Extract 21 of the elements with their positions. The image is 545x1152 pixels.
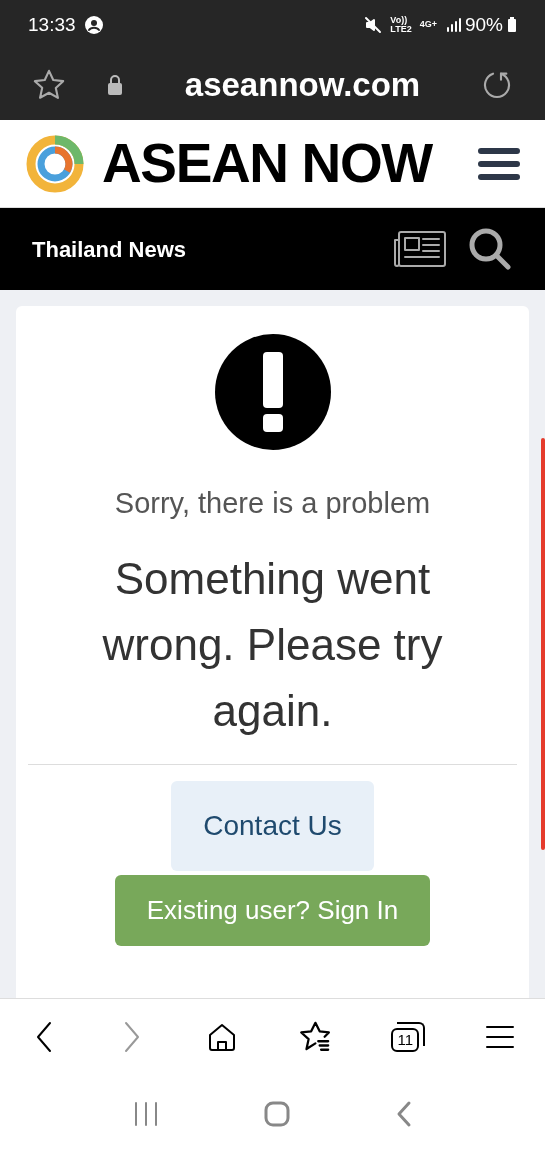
menu-icon[interactable] [485, 1024, 516, 1050]
contact-button[interactable]: Contact Us [171, 780, 374, 871]
mute-icon [364, 16, 383, 34]
star-icon[interactable] [32, 68, 66, 102]
exclamation-icon [214, 334, 331, 450]
volte-label: Vo)) [390, 16, 408, 25]
status-time: 13:33 [28, 12, 76, 37]
battery-percent: 90% [464, 12, 503, 37]
battery-icon [507, 17, 517, 33]
lock-icon [106, 74, 124, 96]
network-label: 4G+ [419, 18, 437, 32]
error-subtitle: Sorry, there is a problem [114, 486, 431, 521]
lte-label: LTE2 [390, 25, 412, 34]
bookmarks-icon[interactable] [297, 1020, 332, 1054]
logo-text[interactable]: ASEAN NOW [102, 136, 432, 191]
account-icon [83, 15, 104, 35]
signal-icon [444, 17, 461, 33]
error-message: Something went wrong. Please try again. [101, 552, 444, 737]
home-button-icon[interactable] [262, 1099, 291, 1128]
newspaper-icon[interactable] [393, 230, 447, 268]
search-icon[interactable] [467, 226, 513, 272]
